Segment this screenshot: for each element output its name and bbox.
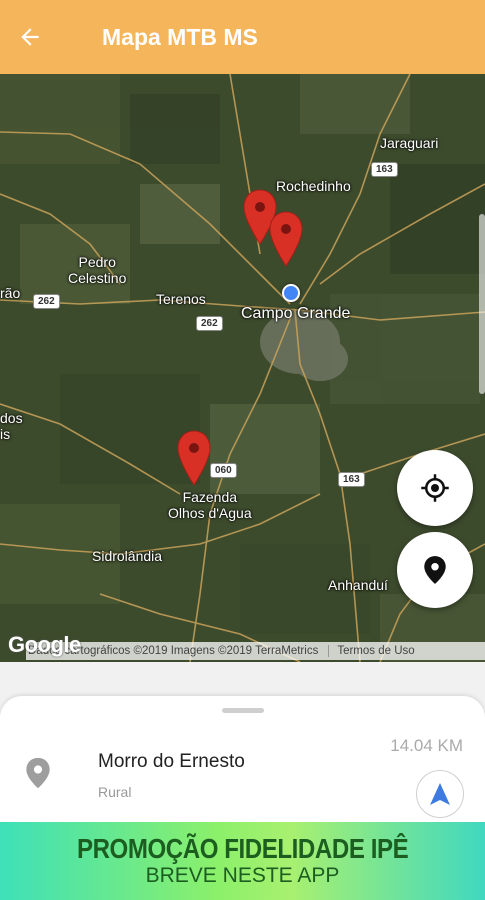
back-button[interactable]	[0, 0, 60, 74]
map-view[interactable]: Jaraguari Rochedinho Pedro Celestino Ter…	[0, 74, 485, 662]
place-name: Morro do Ernesto	[98, 751, 245, 772]
place-label-sidrolandia: Sidrolândia	[92, 548, 163, 564]
arrow-left-icon	[21, 28, 39, 46]
map-marker[interactable]	[176, 429, 212, 487]
promo-banner[interactable]: PROMOÇÃO FIDELIDADE IPÊ BREVE NESTE APP	[0, 822, 485, 900]
place-distance: 14.04 KM	[390, 736, 463, 755]
place-label-jaraguari: Jaraguari	[380, 135, 439, 151]
map-pin-icon	[424, 556, 446, 584]
map-pin-icon	[177, 430, 211, 486]
terms-link[interactable]: Termos de Uso	[328, 645, 415, 657]
page-title: Mapa MTB MS	[102, 23, 258, 50]
google-logo: Google	[8, 632, 81, 657]
place-label-rochedinho: Rochedinho	[276, 178, 351, 194]
place-label-campo-grande: Campo Grande	[241, 305, 351, 322]
place-label-pedro-celestino: Pedro Celestino	[68, 254, 127, 286]
place-label-terenos: Terenos	[156, 291, 206, 307]
place-card[interactable]: Morro do Ernesto Rural 14.04 KM	[0, 696, 485, 826]
road-shield-060: 060	[210, 463, 237, 478]
road-shield-262-mid: 262	[196, 316, 223, 331]
place-icon-wrapper	[24, 756, 52, 795]
map-edge-handle	[479, 214, 485, 394]
road-shield-262-left: 262	[33, 294, 60, 309]
road-shield-163-bottom: 163	[338, 472, 365, 487]
place-label-anhandui: Anhanduí	[328, 577, 388, 593]
map-pin-icon	[26, 757, 50, 789]
sheet-drag-handle[interactable]	[222, 708, 264, 713]
map-marker[interactable]	[268, 210, 304, 268]
navigation-arrow-icon	[430, 783, 450, 805]
banner-subtitle: BREVE NESTE APP	[145, 864, 340, 887]
place-type: Rural	[98, 784, 132, 800]
bottom-sheet: Morro do Ernesto Rural 14.04 KM	[0, 662, 485, 826]
app-root: Mapa MTB MS Jaraguari Rochedinho Pedro C…	[0, 0, 485, 900]
crosshair-icon	[421, 474, 449, 502]
map-pin-icon	[269, 211, 303, 267]
place-label-edge-1: rão	[0, 285, 21, 301]
my-location-button[interactable]	[397, 450, 473, 526]
place-label-edge-2: dos is	[0, 410, 23, 442]
navigate-button[interactable]	[416, 770, 464, 818]
place-label-fazenda: Fazenda Olhos d'Agua	[168, 489, 252, 521]
marker-list-button[interactable]	[397, 532, 473, 608]
app-bar: Mapa MTB MS	[0, 0, 485, 74]
map-attribution: Dados cartográficos ©2019 Imagens ©2019 …	[26, 642, 485, 660]
road-shield-163-top: 163	[371, 162, 398, 177]
banner-title: PROMOÇÃO FIDELIDADE IPÊ	[76, 833, 409, 864]
current-location-dot	[282, 284, 300, 302]
